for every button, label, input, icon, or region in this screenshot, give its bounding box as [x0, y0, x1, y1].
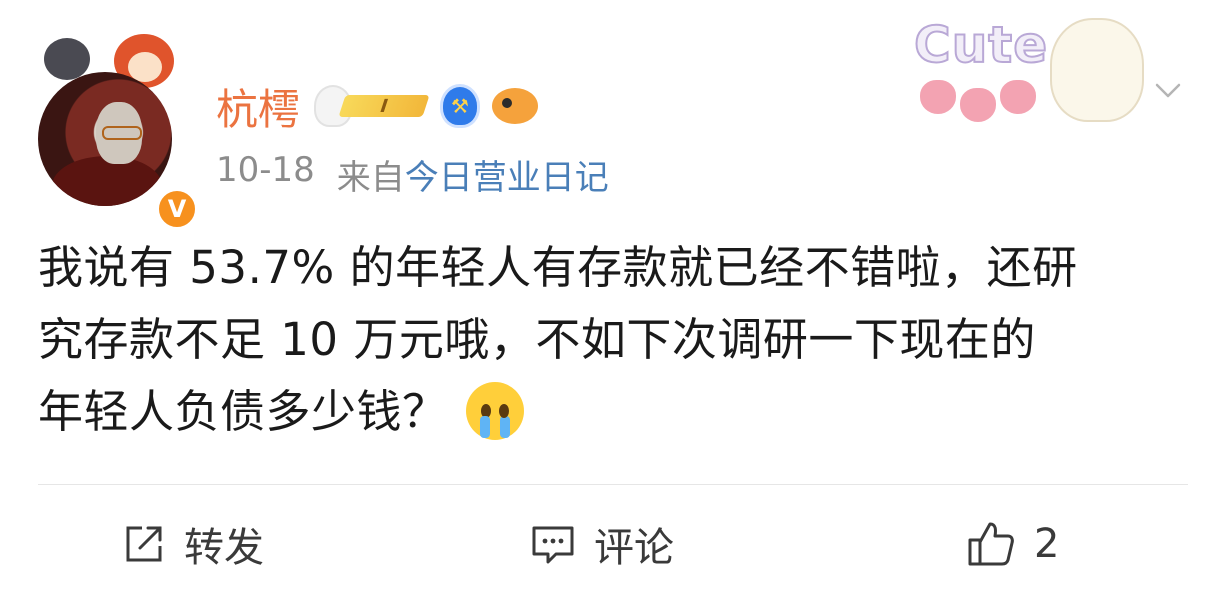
action-bar: 转发 评论 2	[0, 500, 1218, 588]
comment-icon	[532, 526, 574, 564]
post-meta: 10-18 来自 今日营业日记	[216, 150, 609, 199]
author-row: 杭樗 I ⚒	[216, 76, 539, 137]
comment-label: 评论	[594, 525, 674, 571]
post-body-line: 究存款不足 10 万元哦，不如下次调研一下现在的	[38, 313, 1036, 366]
author-name[interactable]: 杭樗	[216, 76, 300, 137]
bunny-icon	[1050, 18, 1144, 122]
post-body-line-text: 年轻人负债多少钱？	[38, 385, 448, 438]
post-body-line-last: 年轻人负债多少钱？	[38, 376, 1188, 448]
chevron-down-icon[interactable]	[1154, 76, 1182, 104]
cute-sticker-decoration: Cute	[900, 10, 1150, 130]
comment-button[interactable]: 评论	[530, 514, 674, 574]
vip-level: I	[377, 95, 391, 117]
shield-hammer-icon[interactable]: ⚒	[440, 84, 481, 128]
sticker-text: Cute	[913, 15, 1049, 75]
repost-icon	[126, 526, 162, 562]
post-body-line: 我说有 53.7% 的年轻人有存款就已经不错啦，还研	[38, 241, 1078, 294]
repost-label: 转发	[184, 525, 264, 571]
verified-badge-icon: V	[156, 188, 198, 230]
repost-button[interactable]: 转发	[122, 514, 264, 574]
divider	[38, 484, 1188, 485]
source-label: 来自	[336, 158, 405, 198]
weibo-post-card: V 杭樗 I ⚒ 10-18 来自 今日营业日记 Cute 我说有 53.7% …	[0, 0, 1218, 592]
like-button[interactable]: 2	[966, 514, 1059, 574]
thumbs-up-icon	[968, 522, 1014, 566]
post-body: 我说有 53.7% 的年轻人有存款就已经不错啦，还研 究存款不足 10 万元哦，…	[38, 232, 1188, 448]
fish-icon[interactable]	[492, 88, 539, 124]
source-app-link[interactable]: 今日营业日记	[405, 150, 609, 199]
avatar-image	[38, 72, 172, 206]
like-count: 2	[1034, 521, 1060, 567]
post-date: 10-18	[216, 150, 315, 190]
vip-badge-icon[interactable]: I	[312, 85, 430, 127]
avatar[interactable]: V	[30, 30, 198, 230]
crying-face-icon	[465, 382, 524, 440]
